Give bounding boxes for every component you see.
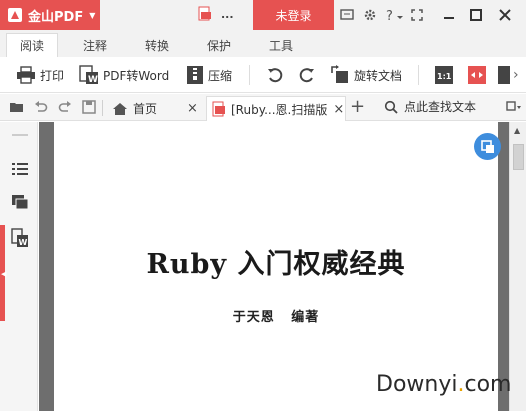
search-options-icon[interactable] [506,99,522,115]
svg-text:?: ? [386,9,393,22]
left-panel: W ◀ [0,122,38,411]
title-bar: 金山PDF ▼ ... 未登录 ? [0,0,526,30]
find-text-label: 点此查找文本 [404,100,477,114]
pdf-reader-window: 金山PDF ▼ ... 未登录 ? 阅读 注释 转换 保护 工具 打印 W PD… [0,0,526,411]
tab-document[interactable]: [Ruby...恩.扫描版 × [206,96,346,121]
tab-annotate[interactable]: 注释 [69,33,121,57]
fit-width-icon [468,66,486,84]
actual-size-button[interactable]: 1:1 [434,64,458,86]
minimize-icon[interactable] [440,6,458,24]
close-icon[interactable]: × [333,102,344,117]
scroll-up-icon[interactable]: ▲ [514,126,520,135]
word-export-icon[interactable]: W [11,228,29,247]
ribbon-scroll-right-icon[interactable]: › [513,64,519,86]
maximize-icon[interactable] [467,6,485,24]
svg-text:W: W [19,238,28,247]
compress-icon [187,66,203,84]
gear-icon[interactable] [361,6,379,24]
search-icon [384,100,398,114]
app-name: 金山PDF [28,9,84,25]
new-tab-button[interactable]: + [350,97,365,117]
document-tab-strip: 首页 × [Ruby...恩.扫描版 × + 点此查找文本 [0,94,526,121]
outline-list-icon[interactable] [11,160,29,178]
page-title: Ruby 入门权威经典 [146,249,406,280]
rotate-doc-icon [331,65,348,83]
printer-icon [17,66,35,84]
page-author: 于天恩 编著 [232,310,320,325]
document-view[interactable]: Ruby 入门权威经典 于天恩 编著 [39,122,509,411]
menu-bar: 阅读 注释 转换 保护 工具 [0,30,526,57]
home-tab-label: 首页 [133,102,158,116]
actual-size-icon: 1:1 [435,66,453,84]
doc-title: ... [221,8,234,21]
close-icon[interactable] [496,6,514,24]
compress-label: 压缩 [208,68,233,83]
comments-icon[interactable] [11,194,29,212]
chevron-left-icon[interactable]: ◀ [1,270,6,278]
rotate-right-button[interactable] [298,64,320,86]
pdf-file-icon [198,6,211,21]
rotate-doc-label: 旋转文档 [354,68,403,83]
help-icon[interactable]: ? [384,6,406,24]
tab-read[interactable]: 阅读 [6,33,58,57]
login-button[interactable]: 未登录 [253,0,334,30]
tab-protect[interactable]: 保护 [193,33,245,57]
open-folder-icon[interactable] [9,99,25,115]
panel-grip [12,134,28,136]
ribbon-divider [249,65,250,85]
redo-icon[interactable] [57,99,73,115]
rotate-left-icon [268,68,283,83]
pdf-file-icon [212,101,225,117]
toolbar-divider [102,100,103,116]
floating-tool-button[interactable] [474,133,501,160]
rotate-doc-button[interactable]: 旋转文档 [330,64,402,86]
svg-text:1:1: 1:1 [437,72,452,81]
screenshot-tool-icon [480,139,494,153]
document-page: Ruby 入门权威经典 于天恩 编著 [54,122,498,411]
watermark: Downyi.com [376,372,511,397]
watermark-text-end: com [464,372,512,397]
tab-home[interactable]: 首页 × [106,96,203,121]
rotate-left-button[interactable] [266,64,288,86]
app-menu-button[interactable]: 金山PDF ▼ [0,0,100,30]
undo-icon[interactable] [33,99,49,115]
find-text-button[interactable]: 点此查找文本 [384,98,476,115]
print-button[interactable]: 打印 [16,64,64,86]
message-icon[interactable] [338,6,356,24]
watermark-text-start: Downyi [376,372,458,397]
scrollbar-thumb[interactable] [513,144,524,170]
ribbon-toolbar: 打印 W PDF转Word 压缩 旋转文档 1:1 › [0,57,526,93]
fit-width-button[interactable] [467,64,491,86]
print-label: 打印 [40,68,65,83]
document-tab-label: [Ruby...恩.扫描版 [231,102,328,117]
home-icon [113,102,127,115]
compress-button[interactable]: 压缩 [186,64,232,86]
vertical-scrollbar[interactable]: ▲ [509,122,526,411]
fullscreen-icon[interactable] [408,6,426,24]
svg-text:W: W [88,75,98,85]
ribbon-divider [418,65,419,85]
pdf-to-word-button[interactable]: W PDF转Word [79,64,169,86]
rotate-right-icon [299,68,314,83]
close-icon[interactable]: × [187,101,198,116]
app-logo-icon [8,8,22,22]
fit-page-icon [498,66,510,84]
pdf-to-word-label: PDF转Word [103,68,170,83]
chevron-down-icon: ▼ [89,10,96,20]
tab-tools[interactable]: 工具 [255,33,307,57]
save-icon[interactable] [81,99,97,115]
tab-convert[interactable]: 转换 [131,33,183,57]
word-convert-icon: W [79,65,98,85]
